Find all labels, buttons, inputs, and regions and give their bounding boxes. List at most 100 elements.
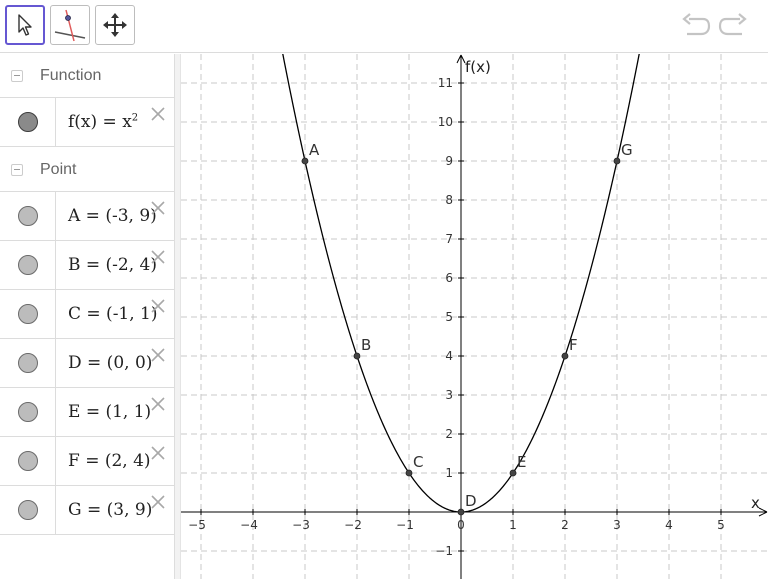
point-D xyxy=(457,508,465,516)
marble-cell xyxy=(0,486,56,534)
x-tick-label: 5 xyxy=(717,518,725,532)
algebra-row-E[interactable]: E = (1, 1) xyxy=(0,388,174,437)
y-tick-label: 10 xyxy=(438,115,453,129)
point-C xyxy=(405,469,413,477)
close-icon[interactable] xyxy=(148,345,168,365)
perpendicular-line-icon xyxy=(54,9,86,42)
point-label-B: B xyxy=(361,336,371,354)
visibility-marble-icon[interactable] xyxy=(18,451,38,471)
point-definition[interactable]: B = (-2, 4) xyxy=(68,255,157,275)
close-icon[interactable] xyxy=(148,198,168,218)
point-E xyxy=(509,469,517,477)
algebra-view: Function f(x) = x2 Point A = (-3, 9) B =… xyxy=(0,54,174,579)
x-tick-label: −5 xyxy=(188,518,206,532)
y-tick-label: 6 xyxy=(445,271,453,285)
graphics-canvas[interactable]: −5 −4 −3 −2 −1 0 1 2 3 4 5 −1 1 2 3 4 5 6 7 8 9 10 11 x f(x) A B C D… xyxy=(181,54,768,579)
y-tick-label: 4 xyxy=(445,349,453,363)
move-graphics-view-icon xyxy=(103,13,127,37)
group-label: Function xyxy=(40,66,102,84)
function-text: f(x) = x xyxy=(68,112,132,132)
x-tick-label: −1 xyxy=(396,518,414,532)
close-icon[interactable] xyxy=(148,492,168,512)
function-definition[interactable]: f(x) = x2 xyxy=(68,112,138,132)
algebra-row-D[interactable]: D = (0, 0) xyxy=(0,339,174,388)
close-icon[interactable] xyxy=(148,443,168,463)
marble-cell xyxy=(0,290,56,338)
point-F xyxy=(561,352,569,360)
close-icon[interactable] xyxy=(148,296,168,316)
perpendicular-line-tool-button[interactable] xyxy=(50,5,90,45)
y-tick-label: 1 xyxy=(445,466,453,480)
algebra-row-G[interactable]: G = (3, 9) xyxy=(0,486,174,535)
algebra-row-A[interactable]: A = (-3, 9) xyxy=(0,192,174,241)
y-axis-label: f(x) xyxy=(465,58,491,76)
close-icon[interactable] xyxy=(148,104,168,124)
y-tick-label: 3 xyxy=(445,388,453,402)
algebra-row-C[interactable]: C = (-1, 1) xyxy=(0,290,174,339)
close-icon[interactable] xyxy=(148,394,168,414)
x-tick-label: 4 xyxy=(665,518,673,532)
point-label-F: F xyxy=(569,336,578,354)
point-label-C: C xyxy=(413,453,423,471)
visibility-marble-icon[interactable] xyxy=(18,112,38,132)
marble-cell xyxy=(0,437,56,485)
panel-divider[interactable] xyxy=(174,54,181,579)
redo-icon xyxy=(718,13,747,36)
point-definition[interactable]: F = (2, 4) xyxy=(68,451,151,471)
point-definition[interactable]: C = (-1, 1) xyxy=(68,304,158,324)
point-definition[interactable]: D = (0, 0) xyxy=(68,353,152,373)
marble-cell xyxy=(0,241,56,289)
x-tick-label: 3 xyxy=(613,518,621,532)
group-header-point[interactable]: Point xyxy=(0,148,174,192)
visibility-marble-icon[interactable] xyxy=(18,255,38,275)
point-G xyxy=(613,157,621,165)
marble-cell xyxy=(0,339,56,387)
y-tick-label: 9 xyxy=(445,154,453,168)
point-A xyxy=(301,157,309,165)
point-label-D: D xyxy=(465,492,477,510)
visibility-marble-icon[interactable] xyxy=(18,500,38,520)
x-tick-label: −3 xyxy=(292,518,310,532)
toolbar xyxy=(0,0,768,53)
y-tick-label: 7 xyxy=(445,232,453,246)
visibility-marble-icon[interactable] xyxy=(18,353,38,373)
algebra-row-B[interactable]: B = (-2, 4) xyxy=(0,241,174,290)
group-header-function[interactable]: Function xyxy=(0,54,174,98)
x-axis-label: x xyxy=(751,494,760,512)
x-tick-label: 0 xyxy=(457,518,465,532)
algebra-row-f[interactable]: f(x) = x2 xyxy=(0,98,174,147)
redo-button[interactable] xyxy=(717,10,749,42)
x-tick-label: 2 xyxy=(561,518,569,532)
marble-cell xyxy=(0,98,56,146)
y-tick-label: 8 xyxy=(445,193,453,207)
point-B xyxy=(353,352,361,360)
marble-cell xyxy=(0,192,56,240)
y-tick-label: 2 xyxy=(445,427,453,441)
undo-icon xyxy=(682,13,711,36)
algebra-row-F[interactable]: F = (2, 4) xyxy=(0,437,174,486)
visibility-marble-icon[interactable] xyxy=(18,402,38,422)
x-tick-label: −4 xyxy=(240,518,258,532)
point-definition[interactable]: A = (-3, 9) xyxy=(68,206,157,226)
visibility-marble-icon[interactable] xyxy=(18,304,38,324)
move-graphics-view-tool-button[interactable] xyxy=(95,5,135,45)
x-tick-label: −2 xyxy=(344,518,362,532)
group-label: Point xyxy=(40,160,77,178)
point-definition[interactable]: E = (1, 1) xyxy=(68,402,151,422)
exponent: 2 xyxy=(131,112,139,124)
move-tool-button[interactable] xyxy=(5,5,45,45)
point-label-G: G xyxy=(621,141,633,159)
visibility-marble-icon[interactable] xyxy=(18,206,38,226)
point-label-A: A xyxy=(309,141,320,159)
y-tick-label: 5 xyxy=(445,310,453,324)
undo-button[interactable] xyxy=(680,10,712,42)
graphics-view[interactable]: −5 −4 −3 −2 −1 0 1 2 3 4 5 −1 1 2 3 4 5 6 7 8 9 10 11 x f(x) A B C D… xyxy=(181,54,768,579)
y-tick-label: 11 xyxy=(438,76,453,90)
marble-cell xyxy=(0,388,56,436)
point-definition[interactable]: G = (3, 9) xyxy=(68,500,152,520)
close-icon[interactable] xyxy=(148,247,168,267)
x-tick-label: 1 xyxy=(509,518,517,532)
point-label-E: E xyxy=(517,453,526,471)
collapse-icon[interactable] xyxy=(11,163,23,176)
collapse-icon[interactable] xyxy=(11,69,23,82)
